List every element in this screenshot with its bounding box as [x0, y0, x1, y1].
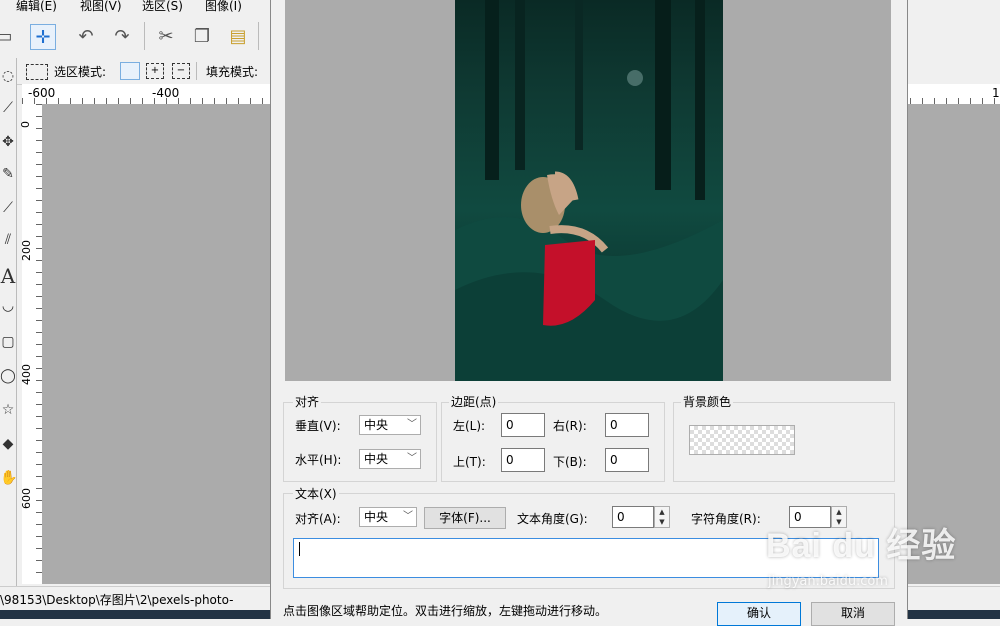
ok-button[interactable]: 确认: [717, 602, 801, 626]
cancel-button[interactable]: 取消: [811, 602, 895, 626]
pan-icon[interactable]: ✥: [0, 134, 16, 162]
diamond-icon[interactable]: ◆: [0, 436, 16, 464]
bottom-margin-label: 下(B):: [553, 455, 587, 469]
left-margin-label: 左(L):: [453, 419, 486, 433]
top-margin-input[interactable]: 0: [501, 448, 545, 472]
ruler-tick-label: 400: [20, 364, 33, 385]
text-align-label: 对齐(A):: [295, 512, 341, 526]
ruler-tick-label: 200: [20, 240, 33, 261]
pencil-icon[interactable]: ✎: [0, 166, 16, 194]
text-align-select[interactable]: 中央 ﹀: [359, 507, 417, 527]
ruler-tick-label: 600: [20, 488, 33, 509]
tool-panel: ◌ ⟋ ✥ ✎ ⟋ ⫽ A ◡ ▢ ◯ ☆ ◆ ✋: [0, 58, 17, 588]
brush-icon[interactable]: ⟋: [0, 200, 16, 228]
menu-select[interactable]: 选区(S): [142, 0, 183, 14]
bg-color-swatch[interactable]: [689, 425, 795, 455]
selection-add-icon[interactable]: +: [146, 63, 164, 79]
margin-group-title: 边距(点): [449, 393, 499, 410]
ruler-tick-label: 0: [19, 121, 32, 128]
magic-wand-icon[interactable]: ⟋: [0, 100, 16, 128]
redo-icon[interactable]: ↷: [108, 22, 136, 50]
vertical-select[interactable]: 中央 ﹀: [359, 415, 421, 435]
baidu-watermark: Bai du 经验 jingyan.baidu.com: [760, 512, 1000, 592]
move-icon[interactable]: ✛: [30, 24, 56, 50]
text-tool-icon[interactable]: A: [0, 264, 16, 292]
text-angle-input[interactable]: 0: [612, 506, 654, 528]
save-icon[interactable]: ▭: [0, 22, 18, 50]
hint-text: 点击图像区域帮助定位。双击进行缩放，左键拖动进行移动。: [283, 604, 608, 618]
text-group-title: 文本(X): [293, 485, 339, 502]
align-group: [283, 402, 437, 482]
copy-icon[interactable]: ❐: [188, 22, 216, 50]
curve-icon[interactable]: ◡: [0, 298, 16, 326]
chevron-down-icon: ﹀: [403, 511, 413, 522]
bg-color-group-title: 背景颜色: [681, 393, 734, 410]
menu-view[interactable]: 视图(V): [80, 0, 122, 14]
watermark-url: jingyan.baidu.com: [768, 574, 888, 589]
menu-edit[interactable]: 编辑(E): [16, 0, 57, 14]
ellipse-icon[interactable]: ◯: [0, 368, 16, 396]
chevron-down-icon: ﹀: [407, 419, 417, 430]
menu-image[interactable]: 图像(I): [205, 0, 242, 14]
text-angle-spinner[interactable]: ▲ ▼: [654, 506, 670, 528]
text-angle-label: 文本角度(G):: [517, 512, 588, 526]
lasso-icon[interactable]: ◌: [0, 68, 16, 96]
image-preview[interactable]: [285, 0, 891, 381]
undo-icon[interactable]: ↶: [72, 22, 100, 50]
horizontal-label: 水平(H):: [295, 453, 342, 467]
vertical-label: 垂直(V):: [295, 419, 341, 433]
chevron-down-icon: ﹀: [407, 453, 417, 464]
font-button[interactable]: 字体(F)...: [424, 507, 506, 529]
right-margin-label: 右(R):: [553, 419, 587, 433]
align-group-title: 对齐: [293, 393, 322, 410]
preview-photo: [455, 0, 723, 381]
cut-icon[interactable]: ✂: [152, 22, 180, 50]
rectangle-icon[interactable]: ▢: [0, 334, 16, 362]
paste-icon[interactable]: ▤: [224, 22, 252, 50]
watermark-brand: Bai du 经验: [766, 527, 957, 565]
bottom-margin-input[interactable]: 0: [605, 448, 649, 472]
selection-new-icon[interactable]: [120, 62, 140, 80]
top-margin-label: 上(T):: [453, 455, 486, 469]
horizontal-select[interactable]: 中央 ﹀: [359, 449, 421, 469]
selection-rect-icon[interactable]: [26, 64, 48, 80]
selection-mode-label: 选区模式:: [54, 65, 107, 79]
char-angle-label: 字符角度(R):: [691, 512, 761, 526]
fill-mode-label: 填充模式:: [206, 65, 259, 79]
left-margin-input[interactable]: 0: [501, 413, 545, 437]
star-icon[interactable]: ☆: [0, 402, 16, 430]
hand-icon[interactable]: ✋: [0, 470, 17, 498]
right-margin-input[interactable]: 0: [605, 413, 649, 437]
text-caret: [299, 541, 300, 556]
selection-subtract-icon[interactable]: −: [172, 63, 190, 79]
status-path: \98153\Desktop\存图片\2\pexels-photo-: [0, 593, 234, 607]
ruler-vertical: 0 200 400 600: [19, 104, 43, 584]
dropper-icon[interactable]: ⫽: [0, 232, 16, 260]
